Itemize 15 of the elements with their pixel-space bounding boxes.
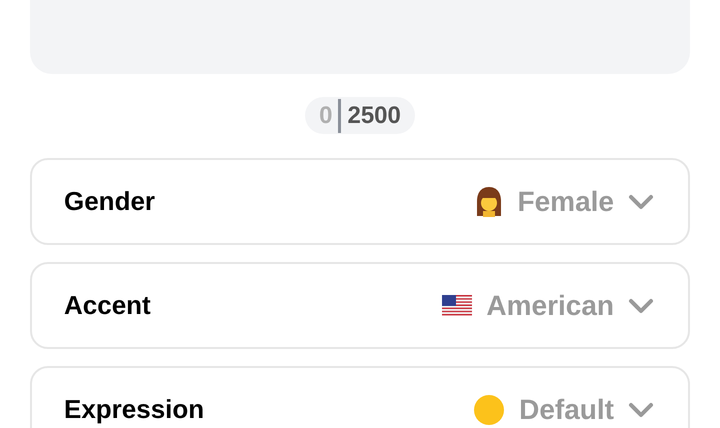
chevron-down-icon <box>628 298 654 314</box>
setting-value: American <box>486 288 614 322</box>
setting-row[interactable]: Gender Female <box>30 158 690 245</box>
character-count: 0 <box>319 100 332 130</box>
setting-value: Female <box>518 184 614 218</box>
setting-label: Expression <box>64 393 204 426</box>
flag-icon <box>442 294 472 316</box>
chevron-down-icon <box>628 194 654 210</box>
setting-value: Default <box>519 392 614 426</box>
setting-label: Accent <box>64 289 151 322</box>
setting-label: Gender <box>64 185 156 218</box>
chevron-down-icon <box>628 402 654 418</box>
character-limit: 2500 <box>347 100 401 130</box>
setting-row[interactable]: Expression Default <box>30 366 690 428</box>
setting-row[interactable]: Accent American <box>30 262 690 349</box>
